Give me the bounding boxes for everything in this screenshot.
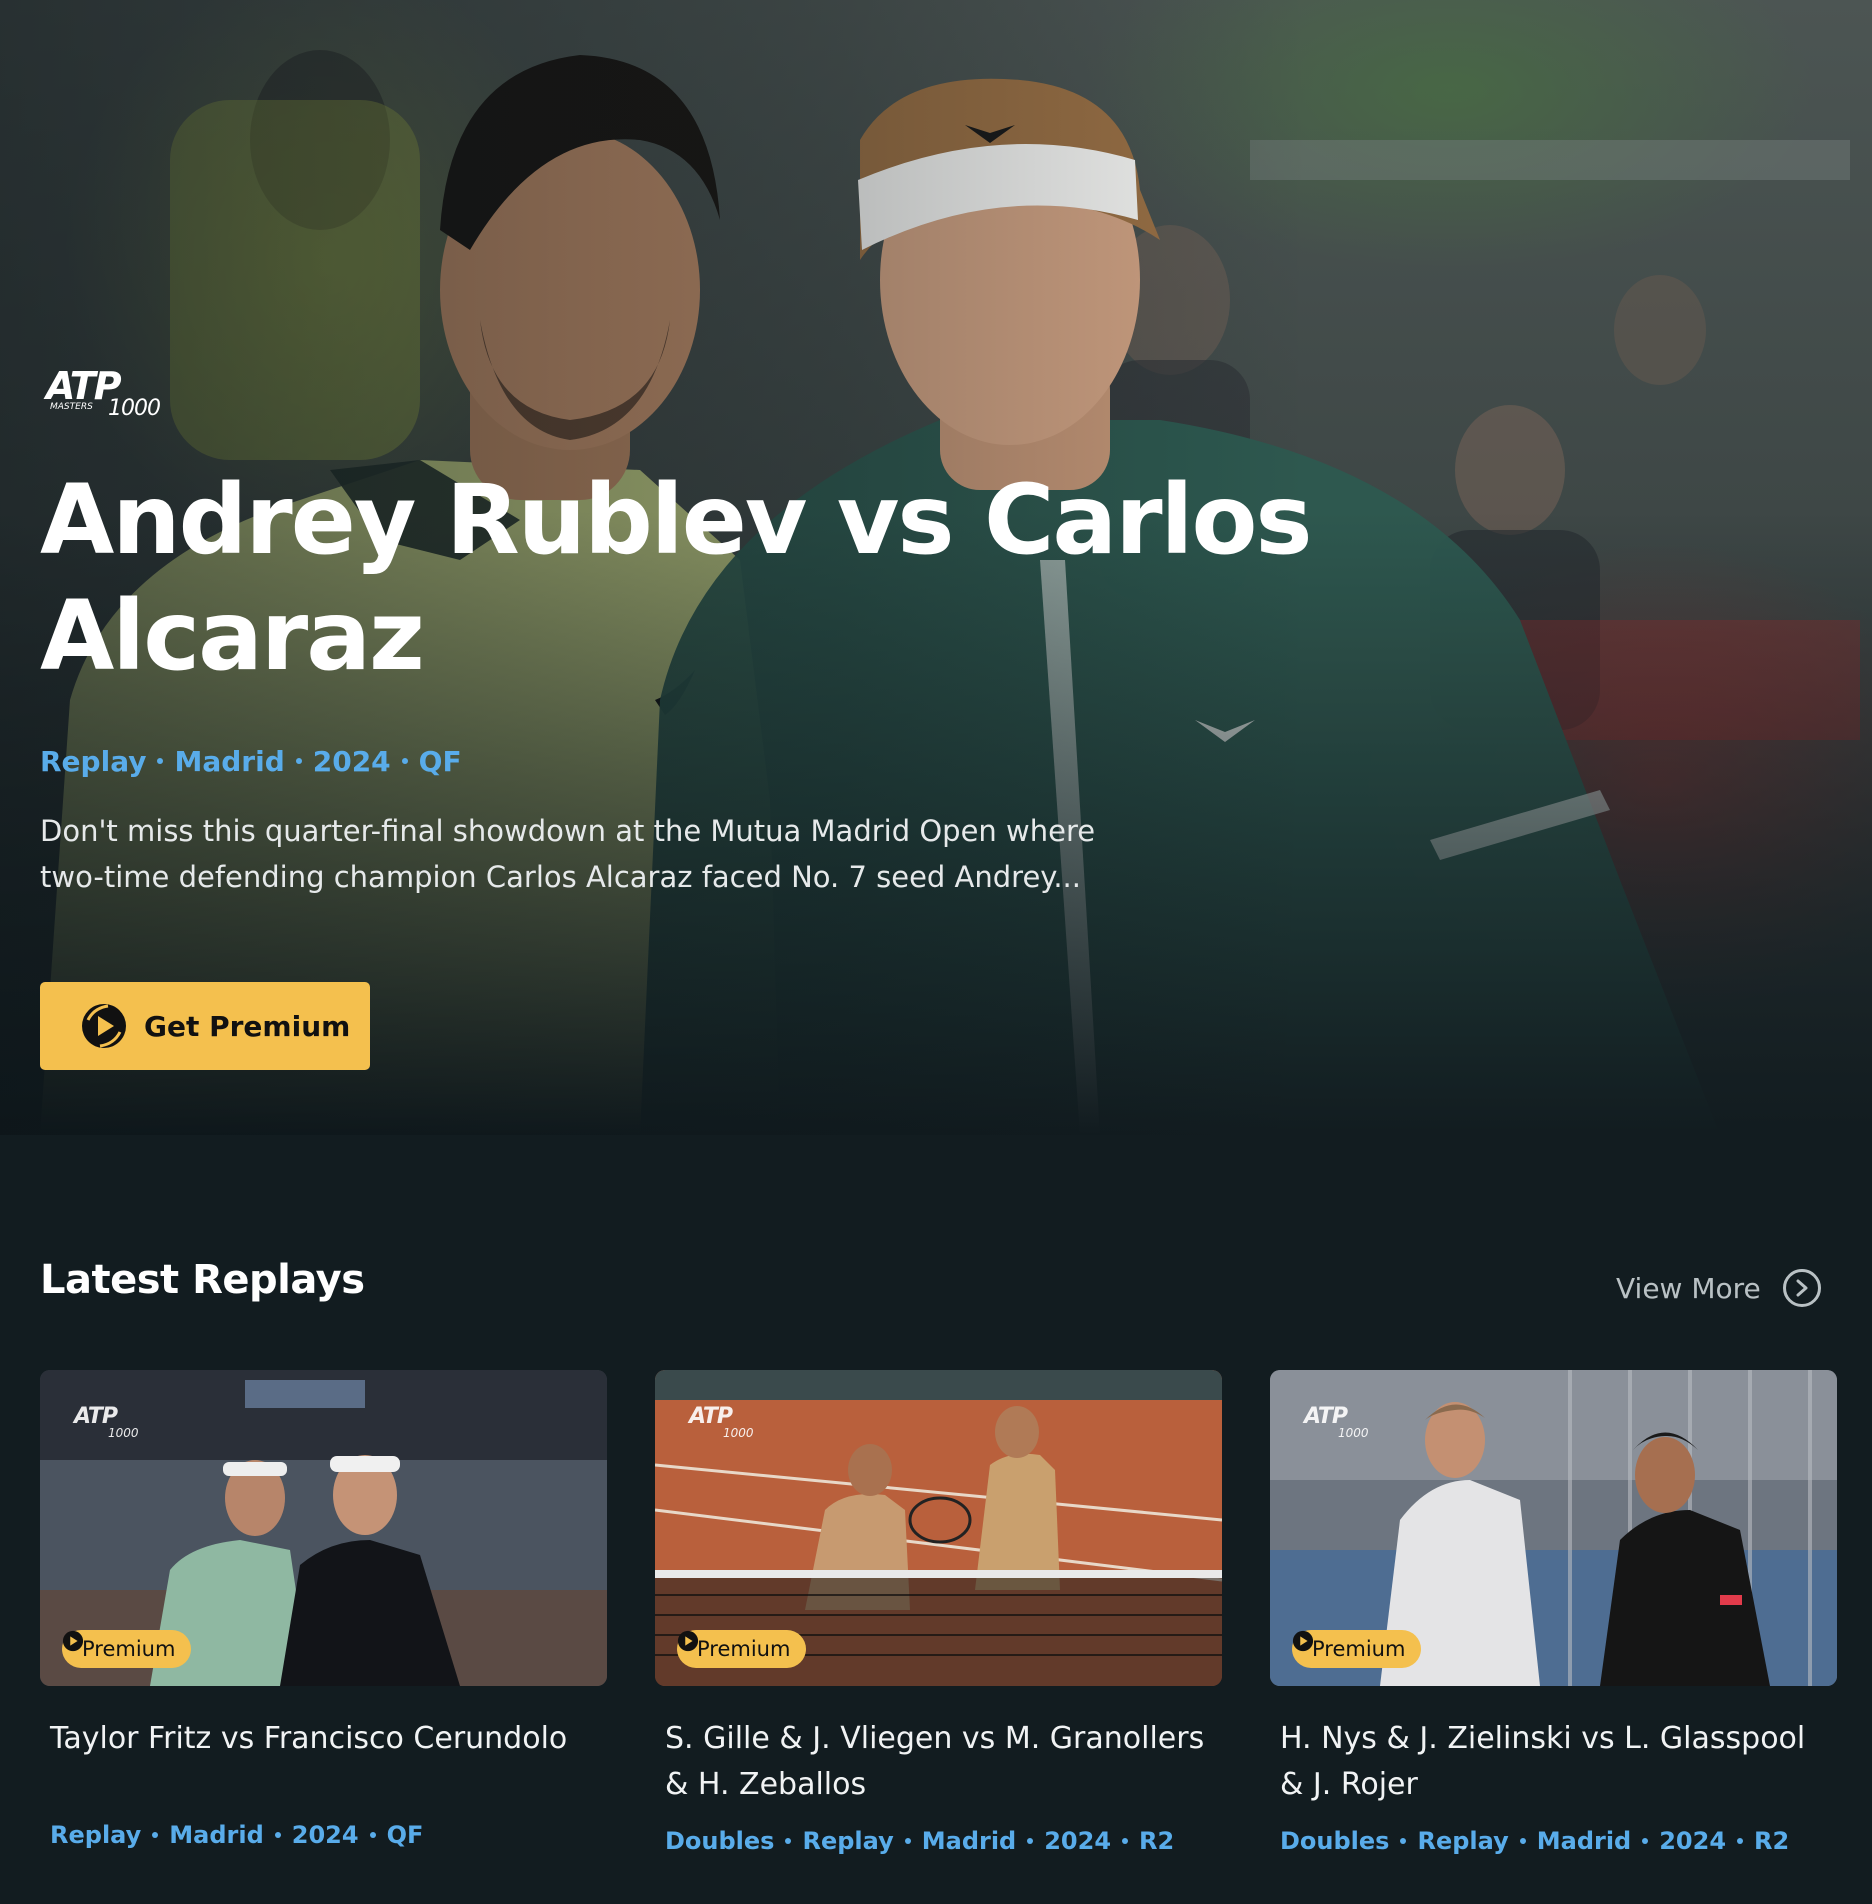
premium-badge-label: Premium — [697, 1637, 791, 1661]
meta-separator — [401, 758, 408, 764]
replay-card-meta: Doubles Replay Madrid 2024 R2 — [665, 1826, 1174, 1856]
hero-banner[interactable]: ATP MASTERS 1000 Andrey Rublev vs Carlos… — [0, 0, 1872, 1135]
replay-thumbnail[interactable]: ATP 1000 Premium — [655, 1370, 1222, 1686]
replay-card[interactable]: ATP 1000 Premium H. Nys & J. Zielinski v… — [1270, 1370, 1837, 1870]
meta-separator — [295, 758, 302, 764]
meta-type: Replay — [50, 1821, 142, 1849]
thumbnail-atp-logo: ATP 1000 — [74, 1406, 144, 1442]
view-more-link[interactable]: View More — [1616, 1267, 1821, 1309]
logo-number: 1000 — [108, 396, 161, 421]
meta-city: Madrid — [169, 1821, 264, 1849]
thumbnail-atp-logo: ATP 1000 — [1304, 1406, 1374, 1442]
get-premium-button[interactable]: Get Premium — [40, 982, 370, 1070]
premium-badge: Premium — [1292, 1630, 1422, 1668]
premium-logo-icon — [1292, 1630, 1314, 1652]
thumbnail-logo-wordmark: ATP — [74, 1404, 118, 1429]
atp-masters-1000-logo: ATP MASTERS 1000 — [46, 366, 166, 424]
meta-separator — [152, 1832, 159, 1838]
meta-city: Madrid — [1536, 1827, 1632, 1855]
thumbnail-logo-number: 1000 — [108, 1426, 139, 1440]
meta-year: 2024 — [291, 1821, 359, 1849]
meta-round: QF — [418, 744, 462, 778]
premium-logo-icon — [677, 1630, 699, 1652]
thumbnail-logo-number: 1000 — [1338, 1426, 1369, 1440]
latest-replays-heading: Latest Replays — [40, 1257, 365, 1303]
replay-thumbnail[interactable]: ATP 1000 Premium — [40, 1370, 607, 1686]
hero-description: Don't miss this quarter-final showdown a… — [40, 808, 1120, 900]
view-more-label: View More — [1616, 1271, 1761, 1305]
replay-card[interactable]: ATP 1000 Premium Taylor Fritz vs Francis… — [40, 1370, 607, 1870]
meta-separator — [1737, 1838, 1744, 1844]
meta-separator — [1519, 1838, 1526, 1844]
meta-separator — [785, 1838, 792, 1844]
meta-type: Replay — [1417, 1827, 1509, 1855]
chevron-right-circle-icon — [1782, 1269, 1821, 1307]
meta-year: 2024 — [1659, 1827, 1727, 1855]
replay-card-meta: Replay Madrid 2024 QF — [50, 1820, 423, 1850]
meta-separator — [274, 1832, 281, 1838]
hero-description-line-2: two-time defending champion Carlos Alcar… — [40, 860, 1081, 894]
hero-description-line-1: Don't miss this quarter-final showdown a… — [40, 814, 1096, 848]
meta-year: 2024 — [312, 744, 391, 778]
meta-type: Replay — [40, 744, 147, 778]
hero-title: Andrey Rublev vs Carlos Alcaraz — [40, 464, 1313, 692]
meta-separator — [904, 1838, 911, 1844]
replay-card-title[interactable]: Taylor Fritz vs Francisco Cerundolo — [50, 1716, 600, 1762]
meta-round: QF — [386, 1821, 424, 1849]
replay-card-meta: Doubles Replay Madrid 2024 R2 — [1280, 1826, 1789, 1856]
logo-line: MASTERS — [50, 402, 93, 412]
premium-logo-icon — [62, 1630, 84, 1652]
meta-year: 2024 — [1044, 1827, 1112, 1855]
meta-type: Replay — [802, 1827, 894, 1855]
premium-logo-icon — [82, 1004, 126, 1048]
thumbnail-logo-wordmark: ATP — [1304, 1404, 1348, 1429]
thumbnail-logo-wordmark: ATP — [689, 1404, 733, 1429]
meta-round: R2 — [1754, 1827, 1790, 1855]
meta-category: Doubles — [665, 1827, 775, 1855]
meta-separator — [1642, 1838, 1649, 1844]
premium-badge: Premium — [62, 1630, 192, 1668]
get-premium-label: Get Premium — [144, 1009, 351, 1043]
meta-separator — [1122, 1838, 1129, 1844]
replay-card-title[interactable]: H. Nys & J. Zielinski vs L. Glasspool & … — [1280, 1716, 1830, 1808]
thumbnail-logo-number: 1000 — [723, 1426, 754, 1440]
replay-card-title[interactable]: S. Gille & J. Vliegen vs M. Granollers &… — [665, 1716, 1215, 1808]
replay-card[interactable]: ATP 1000 Premium S. Gille & J. Vliegen v… — [655, 1370, 1222, 1870]
meta-separator — [1027, 1838, 1034, 1844]
meta-round: R2 — [1139, 1827, 1175, 1855]
meta-separator — [1400, 1838, 1407, 1844]
premium-badge: Premium — [677, 1630, 807, 1668]
premium-badge-label: Premium — [82, 1637, 176, 1661]
meta-city: Madrid — [921, 1827, 1017, 1855]
meta-category: Doubles — [1280, 1827, 1390, 1855]
meta-separator — [369, 1832, 376, 1838]
thumbnail-atp-logo: ATP 1000 — [689, 1406, 759, 1442]
premium-badge-label: Premium — [1312, 1637, 1406, 1661]
hero-meta: Replay Madrid 2024 QF — [40, 744, 462, 778]
meta-city: Madrid — [174, 744, 285, 778]
meta-separator — [157, 758, 164, 764]
replay-thumbnail[interactable]: ATP 1000 Premium — [1270, 1370, 1837, 1686]
